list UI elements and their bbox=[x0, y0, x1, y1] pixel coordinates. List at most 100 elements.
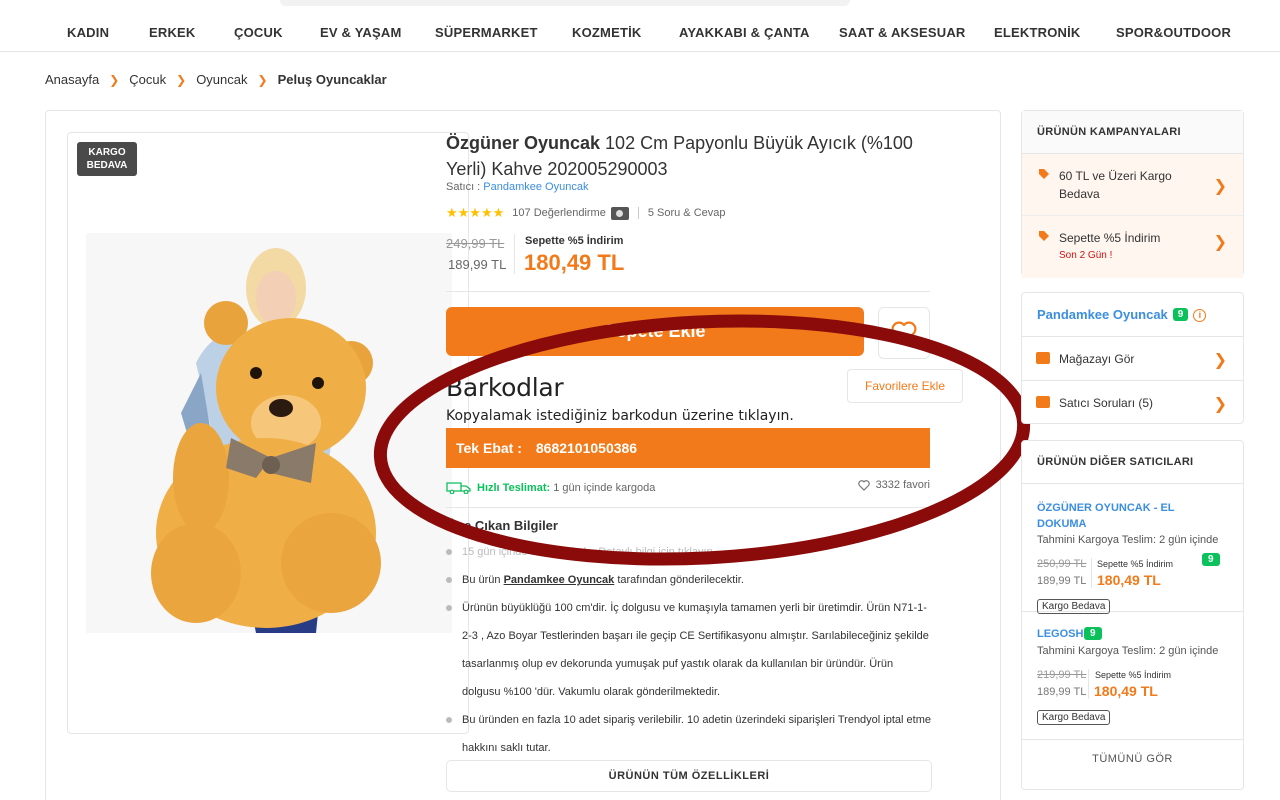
campaign-item-free-shipping[interactable]: 60 TL ve Üzeri Kargo Bedava ❯ bbox=[1022, 154, 1243, 216]
barcode-label: Tek Ebat : bbox=[456, 440, 522, 456]
chevron-right-icon: ❯ bbox=[1213, 234, 1227, 251]
feature-item-seller: Bu ürün Pandamkee Oyuncak tarafından gön… bbox=[446, 566, 932, 594]
nav-item-kozmetik[interactable]: KOZMETİK bbox=[572, 25, 641, 40]
other-seller-final-price: 180,49 TL bbox=[1094, 683, 1158, 699]
nav-item-spor-outdoor[interactable]: SPOR&OUTDOOR bbox=[1116, 25, 1231, 40]
feature-seller-link[interactable]: Pandamkee Oyuncak bbox=[504, 574, 615, 586]
qa-link[interactable]: 5 Soru & Cevap bbox=[648, 207, 726, 219]
tag-icon bbox=[1039, 169, 1049, 179]
seller-prefix: Satıcı : bbox=[446, 181, 484, 193]
barcode-value[interactable]: 8682101050386 bbox=[536, 440, 637, 456]
product-brand[interactable]: Özgüner Oyuncak bbox=[446, 133, 600, 153]
breadcrumb: Anasayfa ❯ Çocuk ❯ Oyuncak ❯ Peluş Oyunc… bbox=[45, 72, 387, 87]
free-shipping-badge: KARGO BEDAVA bbox=[77, 142, 137, 176]
rating-stars: ★★★★★ bbox=[446, 205, 505, 220]
other-seller-old-price: 219,99 TL bbox=[1037, 669, 1087, 681]
final-price: 180,49 TL bbox=[524, 250, 625, 275]
fast-delivery-label: Hızlı Teslimat: bbox=[477, 482, 551, 494]
campaigns-card: ÜRÜNÜN KAMPANYALARI 60 TL ve Üzeri Kargo… bbox=[1021, 110, 1244, 278]
truck-icon bbox=[446, 482, 471, 494]
delivery-row: Hızlı Teslimat: 1 gün içinde kargoda 333… bbox=[446, 478, 930, 508]
favorite-count: 3332 favori bbox=[857, 479, 930, 491]
heart-icon bbox=[891, 321, 917, 345]
product-image[interactable] bbox=[86, 233, 452, 633]
price-block: 249,99 TL 189,99 TL Sepette %5 İndirim 1… bbox=[446, 232, 930, 292]
nav-item-supermarket[interactable]: SÜPERMARKET bbox=[435, 25, 538, 40]
see-all-sellers-button[interactable]: TÜMÜNÜ GÖR bbox=[1022, 740, 1243, 780]
campaign-countdown: Son 2 Gün ! bbox=[1059, 250, 1113, 261]
product-title: Özgüner Oyuncak 102 Cm Papyonlu Büyük Ay… bbox=[446, 130, 916, 182]
visit-store-link[interactable]: Mağazayı Gör ❯ bbox=[1022, 337, 1243, 381]
chevron-right-icon: ❯ bbox=[1213, 352, 1227, 369]
info-icon[interactable]: i bbox=[1193, 309, 1207, 322]
other-seller-price: 189,99 TL bbox=[1037, 686, 1087, 698]
nav-item-cocuk[interactable]: ÇOCUK bbox=[234, 25, 283, 40]
favorite-button[interactable] bbox=[878, 307, 930, 359]
all-features-button[interactable]: ÜRÜNÜN TÜM ÖZELLİKLERİ bbox=[446, 760, 932, 792]
seller-name-row: Pandamkee Oyuncak 9 i bbox=[1022, 293, 1243, 337]
nav-item-kadin[interactable]: KADIN bbox=[67, 25, 109, 40]
delivery-text: Hızlı Teslimat: 1 gün içinde kargoda bbox=[477, 482, 655, 494]
chat-icon bbox=[1036, 396, 1050, 408]
chevron-right-icon: ❯ bbox=[1213, 178, 1227, 195]
seller-card: Pandamkee Oyuncak 9 i Mağazayı Gör ❯ Sat… bbox=[1021, 292, 1244, 424]
feature-seller-suffix: tarafından gönderilecektir. bbox=[617, 574, 744, 586]
other-sellers-header: ÜRÜNÜN DİĞER SATICILARI bbox=[1022, 441, 1243, 484]
free-shipping-tag: Kargo Bedava bbox=[1037, 710, 1111, 725]
nav-item-ev-yasam[interactable]: EV & YAŞAM bbox=[320, 25, 401, 40]
nav-item-ayakkabi-canta[interactable]: AYAKKABI & ÇANTA bbox=[679, 25, 810, 40]
heart-outline-icon bbox=[857, 479, 870, 491]
other-seller-price: 189,99 TL bbox=[1037, 575, 1087, 587]
seller-score-badge: 9 bbox=[1172, 308, 1189, 321]
price-divider bbox=[1088, 669, 1089, 699]
favorite-count-text: 3332 favori bbox=[875, 479, 930, 491]
chevron-right-icon: ❯ bbox=[257, 72, 268, 87]
other-seller-score: 9 bbox=[1202, 553, 1220, 566]
other-seller-score: 9 bbox=[1084, 627, 1102, 640]
other-seller-item: LEGOSH 9 Tahmini Kargoya Teslim: 2 gün i… bbox=[1022, 612, 1243, 740]
other-seller-name[interactable]: LEGOSH bbox=[1037, 626, 1187, 642]
chevron-right-icon: ❯ bbox=[109, 72, 120, 87]
campaign-text: 60 TL ve Üzeri Kargo Bedava bbox=[1059, 169, 1172, 201]
features-title: Öne Çıkan Bilgiler bbox=[446, 518, 558, 533]
add-to-cart-button[interactable]: Sepete Ekle bbox=[446, 307, 864, 356]
other-seller-old-price: 250,99 TL bbox=[1037, 558, 1087, 570]
other-sellers-card: ÜRÜNÜN DİĞER SATICILARI ÖZGÜNER OYUNCAK … bbox=[1021, 440, 1244, 790]
seller-questions-label: Satıcı Soruları (5) bbox=[1059, 396, 1154, 410]
campaign-item-basket-discount[interactable]: Sepette %5 İndirim Son 2 Gün ! ❯ bbox=[1022, 216, 1243, 278]
seller-link[interactable]: Pandamkee Oyuncak bbox=[483, 181, 588, 193]
feature-item-description: Ürünün büyüklüğü 100 cm'dir. İç dolgusu … bbox=[446, 594, 932, 706]
delivery-eta: 1 gün içinde kargoda bbox=[550, 482, 656, 494]
divider bbox=[637, 207, 639, 219]
camera-icon[interactable] bbox=[610, 206, 629, 220]
barcode-copy-row[interactable]: Tek Ebat : 8682101050386 bbox=[446, 428, 930, 468]
nav-item-erkek[interactable]: ERKEK bbox=[149, 25, 196, 40]
nav-item-elektronik[interactable]: ELEKTRONİK bbox=[994, 25, 1081, 40]
seller-line: Satıcı : Pandamkee Oyuncak bbox=[446, 181, 588, 193]
seller-questions-link[interactable]: Satıcı Soruları (5) ❯ bbox=[1022, 381, 1243, 425]
category-nav: KADIN ERKEK ÇOCUK EV & YAŞAM SÜPERMARKET… bbox=[0, 14, 1280, 52]
breadcrumb-cocuk[interactable]: Çocuk bbox=[129, 72, 166, 87]
seller-name-link[interactable]: Pandamkee Oyuncak bbox=[1037, 307, 1168, 322]
basket-discount-label: Sepette %5 İndirim bbox=[525, 235, 624, 247]
breadcrumb-home[interactable]: Anasayfa bbox=[45, 72, 99, 87]
review-count-link[interactable]: 107 Değerlendirme bbox=[512, 207, 606, 219]
barcode-instruction: Kopyalamak istediğiniz barkodun üzerine … bbox=[446, 408, 794, 424]
search-bar-edge[interactable] bbox=[280, 0, 850, 6]
other-seller-name[interactable]: ÖZGÜNER OYUNCAK - EL DOKUMA bbox=[1037, 500, 1187, 532]
nav-item-saat-aksesuar[interactable]: SAAT & AKSESUAR bbox=[839, 25, 966, 40]
store-icon bbox=[1036, 352, 1050, 364]
tag-icon bbox=[1039, 231, 1049, 241]
visit-store-label: Mağazayı Gör bbox=[1059, 352, 1135, 366]
other-seller-discount: Sepette %5 İndirim bbox=[1095, 670, 1172, 680]
breadcrumb-oyuncak[interactable]: Oyuncak bbox=[196, 72, 247, 87]
chevron-right-icon: ❯ bbox=[176, 72, 187, 87]
feature-item-order-limit: Bu üründen en fazla 10 adet sipariş veri… bbox=[446, 706, 932, 762]
product-image-gallery[interactable]: KARGO BEDAVA bbox=[67, 132, 469, 734]
rating-row: ★★★★★ 107 Değerlendirme 5 Soru & Cevap bbox=[446, 205, 726, 221]
price-divider bbox=[1091, 558, 1092, 588]
campaigns-header: ÜRÜNÜN KAMPANYALARI bbox=[1022, 111, 1243, 154]
current-price: 189,99 TL bbox=[448, 257, 507, 272]
breadcrumb-current: Peluş Oyuncaklar bbox=[277, 72, 387, 87]
feature-item-return[interactable]: 15 gün içinde ücretsiz iade. Detaylı bil… bbox=[446, 538, 932, 566]
